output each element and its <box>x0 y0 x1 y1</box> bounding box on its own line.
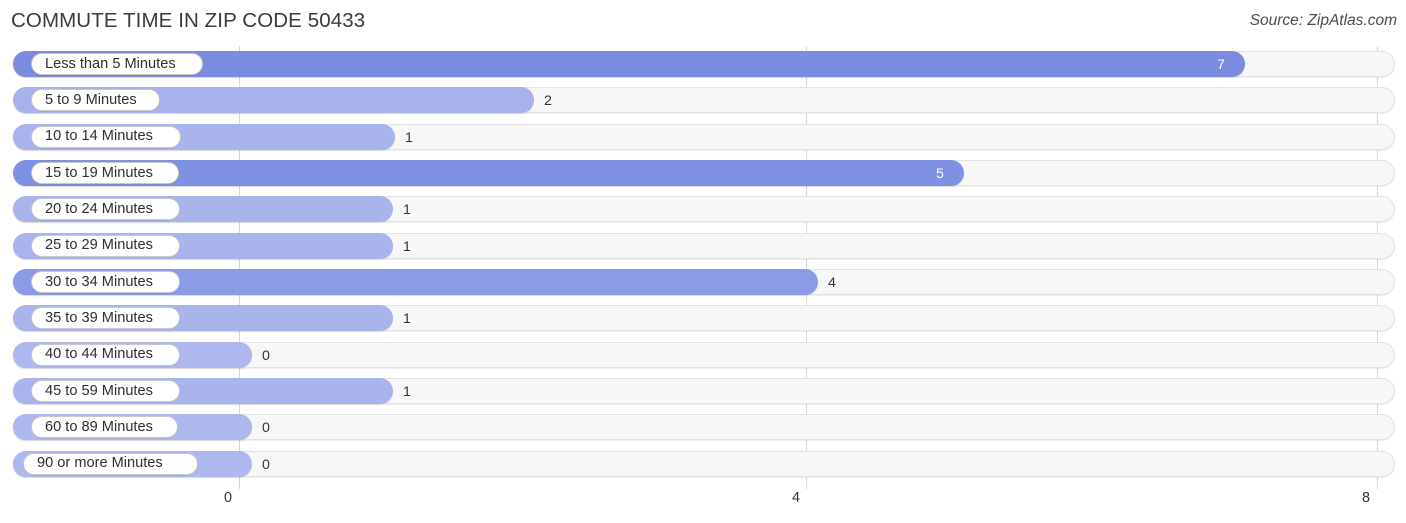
category-label: 35 to 39 Minutes <box>45 310 153 326</box>
x-axis-tick-label: 8 <box>1361 490 1371 506</box>
bar-row[interactable]: 10 to 14 Minutes 1 <box>0 123 1406 153</box>
category-label-pill[interactable]: 20 to 24 Minutes <box>31 198 180 221</box>
bar-value-label: 2 <box>544 93 552 110</box>
category-label-pill[interactable]: 90 or more Minutes <box>23 452 198 475</box>
bar-value-label: 0 <box>262 420 270 437</box>
x-axis-tick-label: 4 <box>791 490 801 506</box>
category-label: 5 to 9 Minutes <box>45 92 137 109</box>
source-attribution: Source: ZipAtlas.com <box>1249 12 1397 29</box>
category-label: 15 to 19 Minutes <box>45 164 153 181</box>
bar-row[interactable]: 30 to 34 Minutes 4 <box>0 268 1406 298</box>
category-label-pill[interactable]: 60 to 89 Minutes <box>31 416 178 439</box>
category-label: 25 to 29 Minutes <box>45 237 153 254</box>
category-label-pill[interactable]: 40 to 44 Minutes <box>31 343 180 366</box>
bar-value-label: 1 <box>403 238 411 255</box>
bar-row[interactable]: Less than 5 Minutes 7 <box>0 50 1406 80</box>
category-label: Less than 5 Minutes <box>45 55 176 72</box>
bar-value-label: 1 <box>403 311 411 328</box>
category-label: 60 to 89 Minutes <box>45 419 153 435</box>
category-label-pill[interactable]: 35 to 39 Minutes <box>31 307 180 330</box>
bar-row[interactable]: 45 to 59 Minutes 1 <box>0 377 1406 407</box>
category-label: 20 to 24 Minutes <box>45 201 153 218</box>
category-label: 40 to 44 Minutes <box>45 346 153 363</box>
bar-value-label: 4 <box>828 274 836 291</box>
category-label: 10 to 14 Minutes <box>45 128 153 145</box>
bar-row[interactable]: 15 to 19 Minutes 5 <box>0 159 1406 189</box>
bar-row[interactable]: 25 to 29 Minutes 1 <box>0 232 1406 262</box>
page-title: COMMUTE TIME IN ZIP CODE 50433 <box>11 9 366 32</box>
bar-value-label: 1 <box>403 383 411 400</box>
category-label-pill[interactable]: Less than 5 Minutes <box>31 53 203 75</box>
chart-plot-area: Less than 5 Minutes 7 5 to 9 Minutes 2 10 to… <box>0 46 1406 489</box>
bar-value-label: 0 <box>262 456 270 473</box>
bar-value-label: 1 <box>403 202 411 219</box>
category-label: 45 to 59 Minutes <box>45 382 153 399</box>
chart-header: COMMUTE TIME IN ZIP CODE 50433 Source: Z… <box>0 0 1406 46</box>
bar-rows: Less than 5 Minutes 7 5 to 9 Minutes 2 10 to… <box>0 46 1406 489</box>
bar-row[interactable]: 5 to 9 Minutes 2 <box>0 86 1406 116</box>
x-axis-tick-label: 0 <box>223 490 233 506</box>
bar-row[interactable]: 40 to 44 Minutes 0 <box>0 341 1406 371</box>
category-label-pill[interactable]: 15 to 19 Minutes <box>31 161 179 184</box>
category-label-pill[interactable]: 45 to 59 Minutes <box>31 379 180 402</box>
bar-row[interactable]: 60 to 89 Minutes 0 <box>0 413 1406 443</box>
bar-value-label: 7 <box>1217 57 1225 73</box>
bar-row[interactable]: 90 or more Minutes 0 <box>0 450 1406 480</box>
category-label: 30 to 34 Minutes <box>45 273 153 290</box>
bar-value-label: 1 <box>405 129 413 146</box>
bar-value-label: 0 <box>262 347 270 364</box>
bar-row[interactable]: 20 to 24 Minutes 1 <box>0 195 1406 225</box>
category-label-pill[interactable]: 10 to 14 Minutes <box>31 125 181 148</box>
bar-value-label: 5 <box>936 165 944 182</box>
x-axis: 0 4 8 <box>0 489 1406 523</box>
category-label-pill[interactable]: 30 to 34 Minutes <box>31 270 180 293</box>
category-label: 90 or more Minutes <box>37 455 163 472</box>
bar-row[interactable]: 35 to 39 Minutes 1 <box>0 304 1406 334</box>
category-label-pill[interactable]: 5 to 9 Minutes <box>31 89 160 112</box>
category-label-pill[interactable]: 25 to 29 Minutes <box>31 234 180 257</box>
